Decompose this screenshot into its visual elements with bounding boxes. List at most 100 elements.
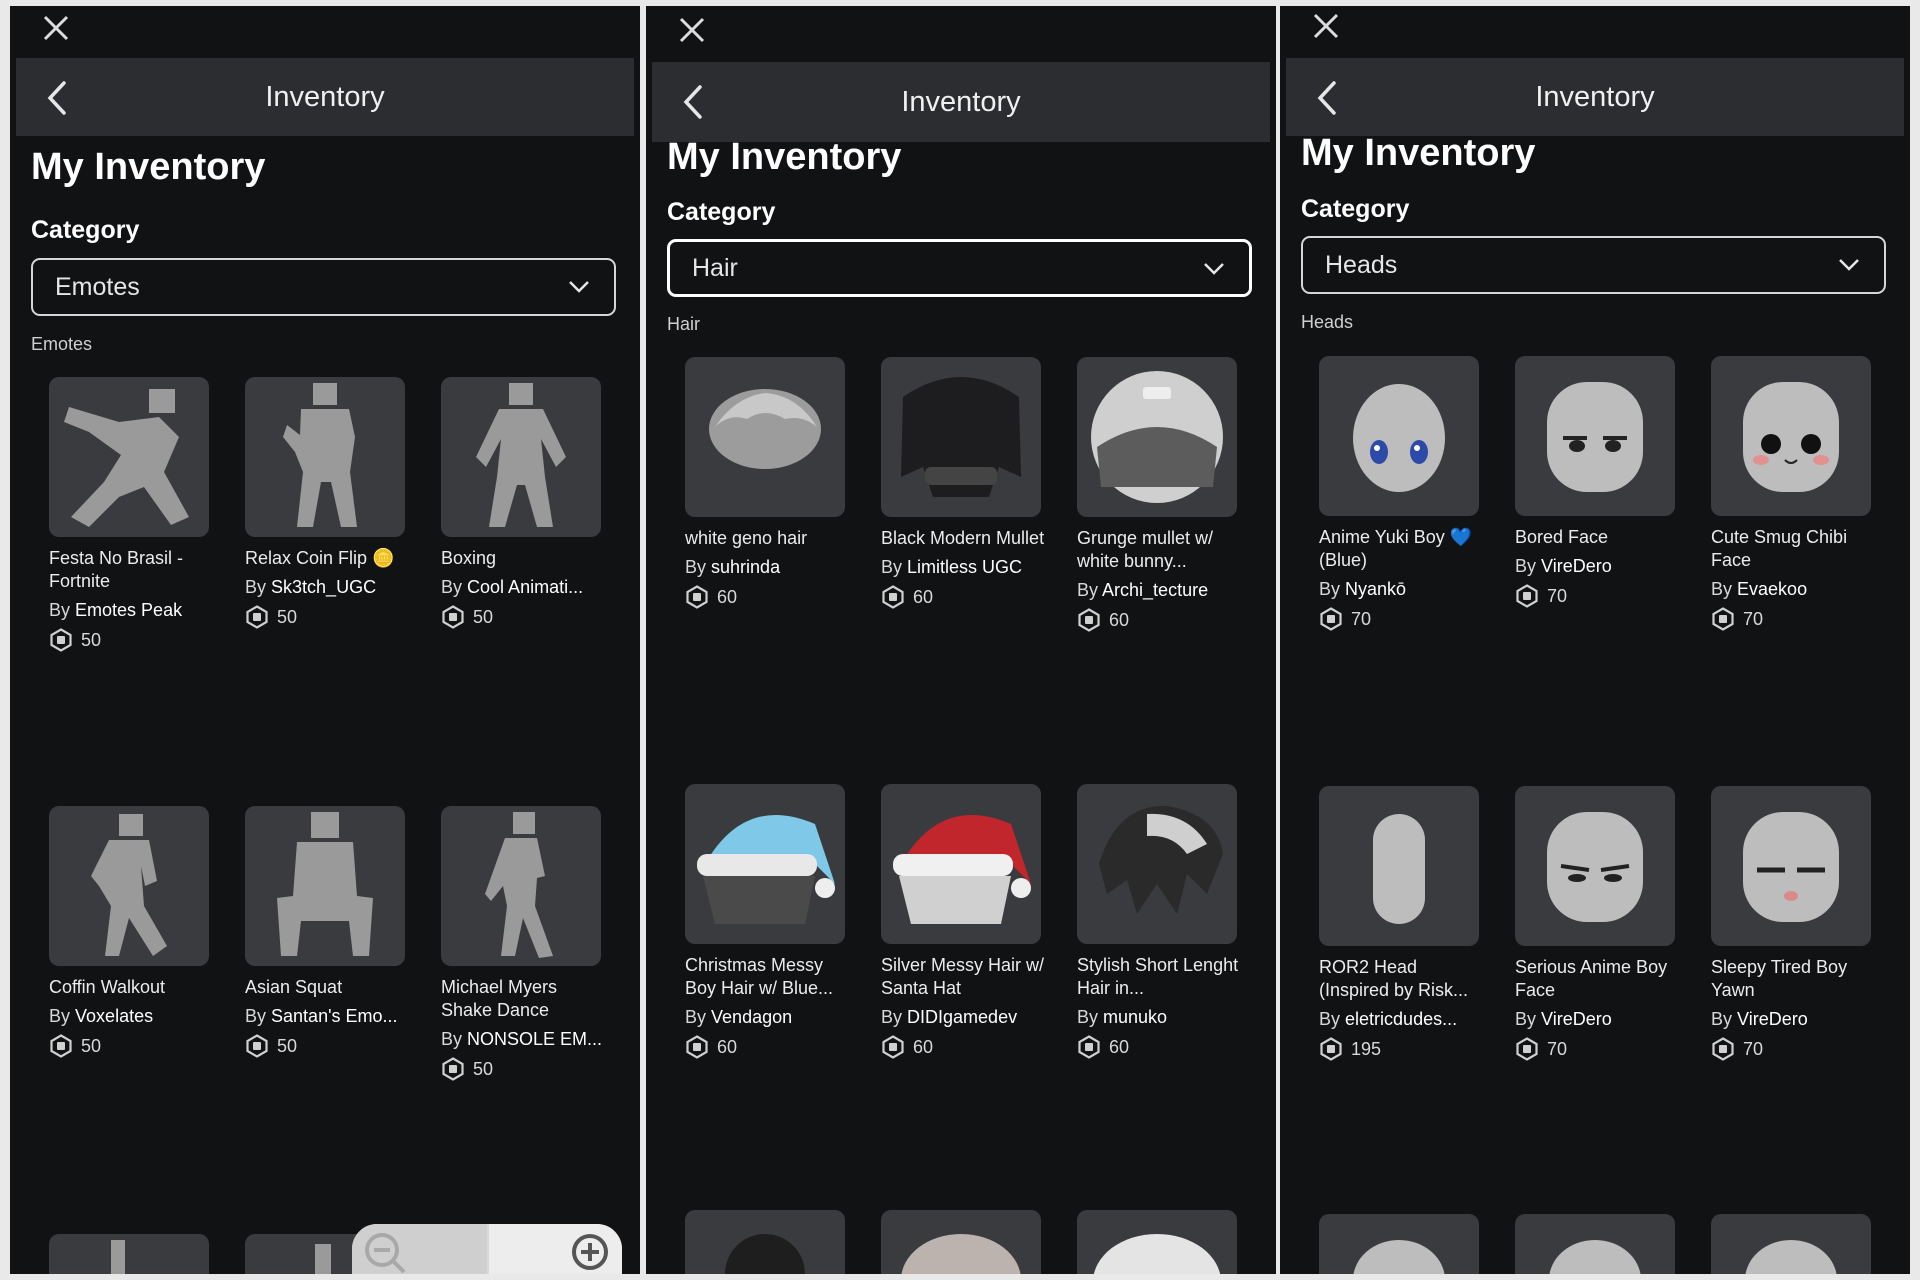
- item-name: Sleepy Tired Boy Yawn: [1711, 957, 1848, 1000]
- item-name: Asian Squat: [245, 977, 343, 997]
- item-creator[interactable]: By Santan's Emo...: [245, 1005, 417, 1028]
- item-price: 60: [881, 585, 1053, 609]
- robux-icon: [1078, 608, 1100, 632]
- item-creator[interactable]: By VireDero: [1515, 555, 1687, 578]
- item-price: 60: [1077, 608, 1249, 632]
- category-label: Category: [1301, 195, 1410, 223]
- head-icon: [1711, 786, 1871, 946]
- robux-icon: [1320, 607, 1342, 631]
- chevron-down-icon: [1204, 263, 1224, 275]
- item-creator[interactable]: By Limitless UGC: [881, 556, 1053, 579]
- chevron-down-icon: [569, 281, 589, 293]
- category-dropdown-value: Emotes: [55, 272, 140, 301]
- emote-figure-icon: [441, 377, 601, 537]
- partial-item-thumb[interactable]: [1077, 1210, 1237, 1274]
- item-name: white geno hair: [685, 528, 808, 548]
- close-icon[interactable]: [40, 12, 72, 44]
- hair-icon: [1077, 357, 1237, 517]
- partial-item-thumb[interactable]: [1515, 1214, 1675, 1274]
- robux-icon: [1320, 1037, 1342, 1061]
- item-name: Cute Smug Chibi Face: [1711, 527, 1848, 570]
- item-name: ROR2 Head (Inspired by Risk...: [1319, 957, 1469, 1000]
- page-title: My Inventory: [1301, 132, 1536, 174]
- item-price: 50: [441, 605, 613, 629]
- section-label: Heads: [1301, 312, 1354, 332]
- item-creator[interactable]: By Nyankō: [1319, 578, 1491, 601]
- zoom-in-icon: [572, 1234, 608, 1270]
- close-icon[interactable]: [676, 14, 708, 46]
- robux-icon: [1712, 1037, 1734, 1061]
- item-price: 70: [1711, 607, 1883, 631]
- item-name: Boxing: [441, 548, 497, 568]
- item-creator[interactable]: By VireDero: [1515, 1008, 1687, 1031]
- item-price: 60: [685, 1035, 857, 1059]
- item-creator[interactable]: By Cool Animati...: [441, 576, 613, 599]
- page-title: My Inventory: [31, 146, 266, 188]
- zoom-in-button[interactable]: [489, 1224, 622, 1274]
- partial-item-thumb[interactable]: [1319, 1214, 1479, 1274]
- item-price: 60: [881, 1035, 1053, 1059]
- item-price: 50: [49, 628, 221, 652]
- category-dropdown-value: Hair: [692, 253, 738, 282]
- item-creator[interactable]: By Sk3tch_UGC: [245, 576, 417, 599]
- item-creator[interactable]: By Archi_tecture: [1077, 579, 1249, 602]
- item-name: Bored Face: [1515, 527, 1609, 547]
- partial-item-thumb[interactable]: [1711, 1214, 1871, 1274]
- robux-icon: [882, 1035, 904, 1059]
- item-name: Serious Anime Boy Face: [1515, 957, 1668, 1000]
- robux-icon: [1712, 607, 1734, 631]
- inventory-screen-emotes: Inventory My Inventory Category Emotes E…: [10, 6, 640, 1274]
- robux-icon: [1078, 1035, 1100, 1059]
- item-price: 50: [245, 605, 417, 629]
- item-price: 70: [1711, 1037, 1883, 1061]
- item-creator[interactable]: By eletricdudes...: [1319, 1008, 1491, 1031]
- category-dropdown[interactable]: Hair: [667, 239, 1252, 297]
- item-price: 50: [441, 1057, 613, 1081]
- item-creator[interactable]: By VireDero: [1711, 1008, 1883, 1031]
- item-name: Relax Coin Flip 🪙: [245, 548, 395, 568]
- item-price: 70: [1515, 584, 1687, 608]
- top-bar: [1280, 6, 1910, 56]
- nav-bar: Inventory: [16, 58, 634, 136]
- robux-icon: [1516, 584, 1538, 608]
- nav-bar: Inventory: [652, 62, 1270, 142]
- item-creator[interactable]: By Emotes Peak: [49, 599, 221, 622]
- item-creator[interactable]: By Voxelates: [49, 1005, 221, 1028]
- nav-title: Inventory: [265, 80, 385, 113]
- emote-figure-icon: [441, 806, 601, 966]
- head-icon: [1711, 356, 1871, 516]
- category-dropdown[interactable]: Heads: [1301, 236, 1886, 294]
- robux-icon: [246, 605, 268, 629]
- emote-figure-icon: [245, 806, 405, 966]
- item-creator[interactable]: By Evaekoo: [1711, 578, 1883, 601]
- item-price: 60: [685, 585, 857, 609]
- item-name: Coffin Walkout: [49, 977, 166, 997]
- top-bar: [646, 6, 1276, 56]
- partial-item-thumb[interactable]: [881, 1210, 1041, 1274]
- robux-icon: [442, 1057, 464, 1081]
- chevron-down-icon: [1839, 259, 1859, 271]
- item-creator[interactable]: By munuko: [1077, 1006, 1249, 1029]
- emote-figure-icon: [49, 806, 209, 966]
- zoom-out-icon: [365, 1233, 406, 1274]
- robux-icon: [50, 628, 72, 652]
- category-dropdown[interactable]: Emotes: [31, 258, 616, 316]
- item-name: Anime Yuki Boy 💙(Blue): [1319, 527, 1473, 570]
- item-creator[interactable]: By DIDIgamedev: [881, 1006, 1053, 1029]
- category-label: Category: [31, 216, 140, 244]
- item-creator[interactable]: By NONSOLE EM...: [441, 1028, 613, 1051]
- item-name: Michael Myers Shake Dance: [441, 977, 558, 1020]
- robux-icon: [686, 585, 708, 609]
- head-icon: [1515, 356, 1675, 516]
- item-creator[interactable]: By suhrinda: [685, 556, 857, 579]
- close-icon[interactable]: [1310, 10, 1342, 42]
- zoom-out-button[interactable]: [352, 1224, 487, 1274]
- inventory-screen-hair: Inventory My Inventory Category Hair Hai…: [646, 6, 1276, 1274]
- section-label: Emotes: [31, 334, 93, 354]
- partial-item-thumb[interactable]: [49, 1234, 209, 1274]
- zoom-controls: [352, 1224, 622, 1274]
- item-name: Festa No Brasil - Fortnite: [49, 548, 184, 591]
- hair-icon: [881, 357, 1041, 517]
- item-creator[interactable]: By Vendagon: [685, 1006, 857, 1029]
- partial-item-thumb[interactable]: [685, 1210, 845, 1274]
